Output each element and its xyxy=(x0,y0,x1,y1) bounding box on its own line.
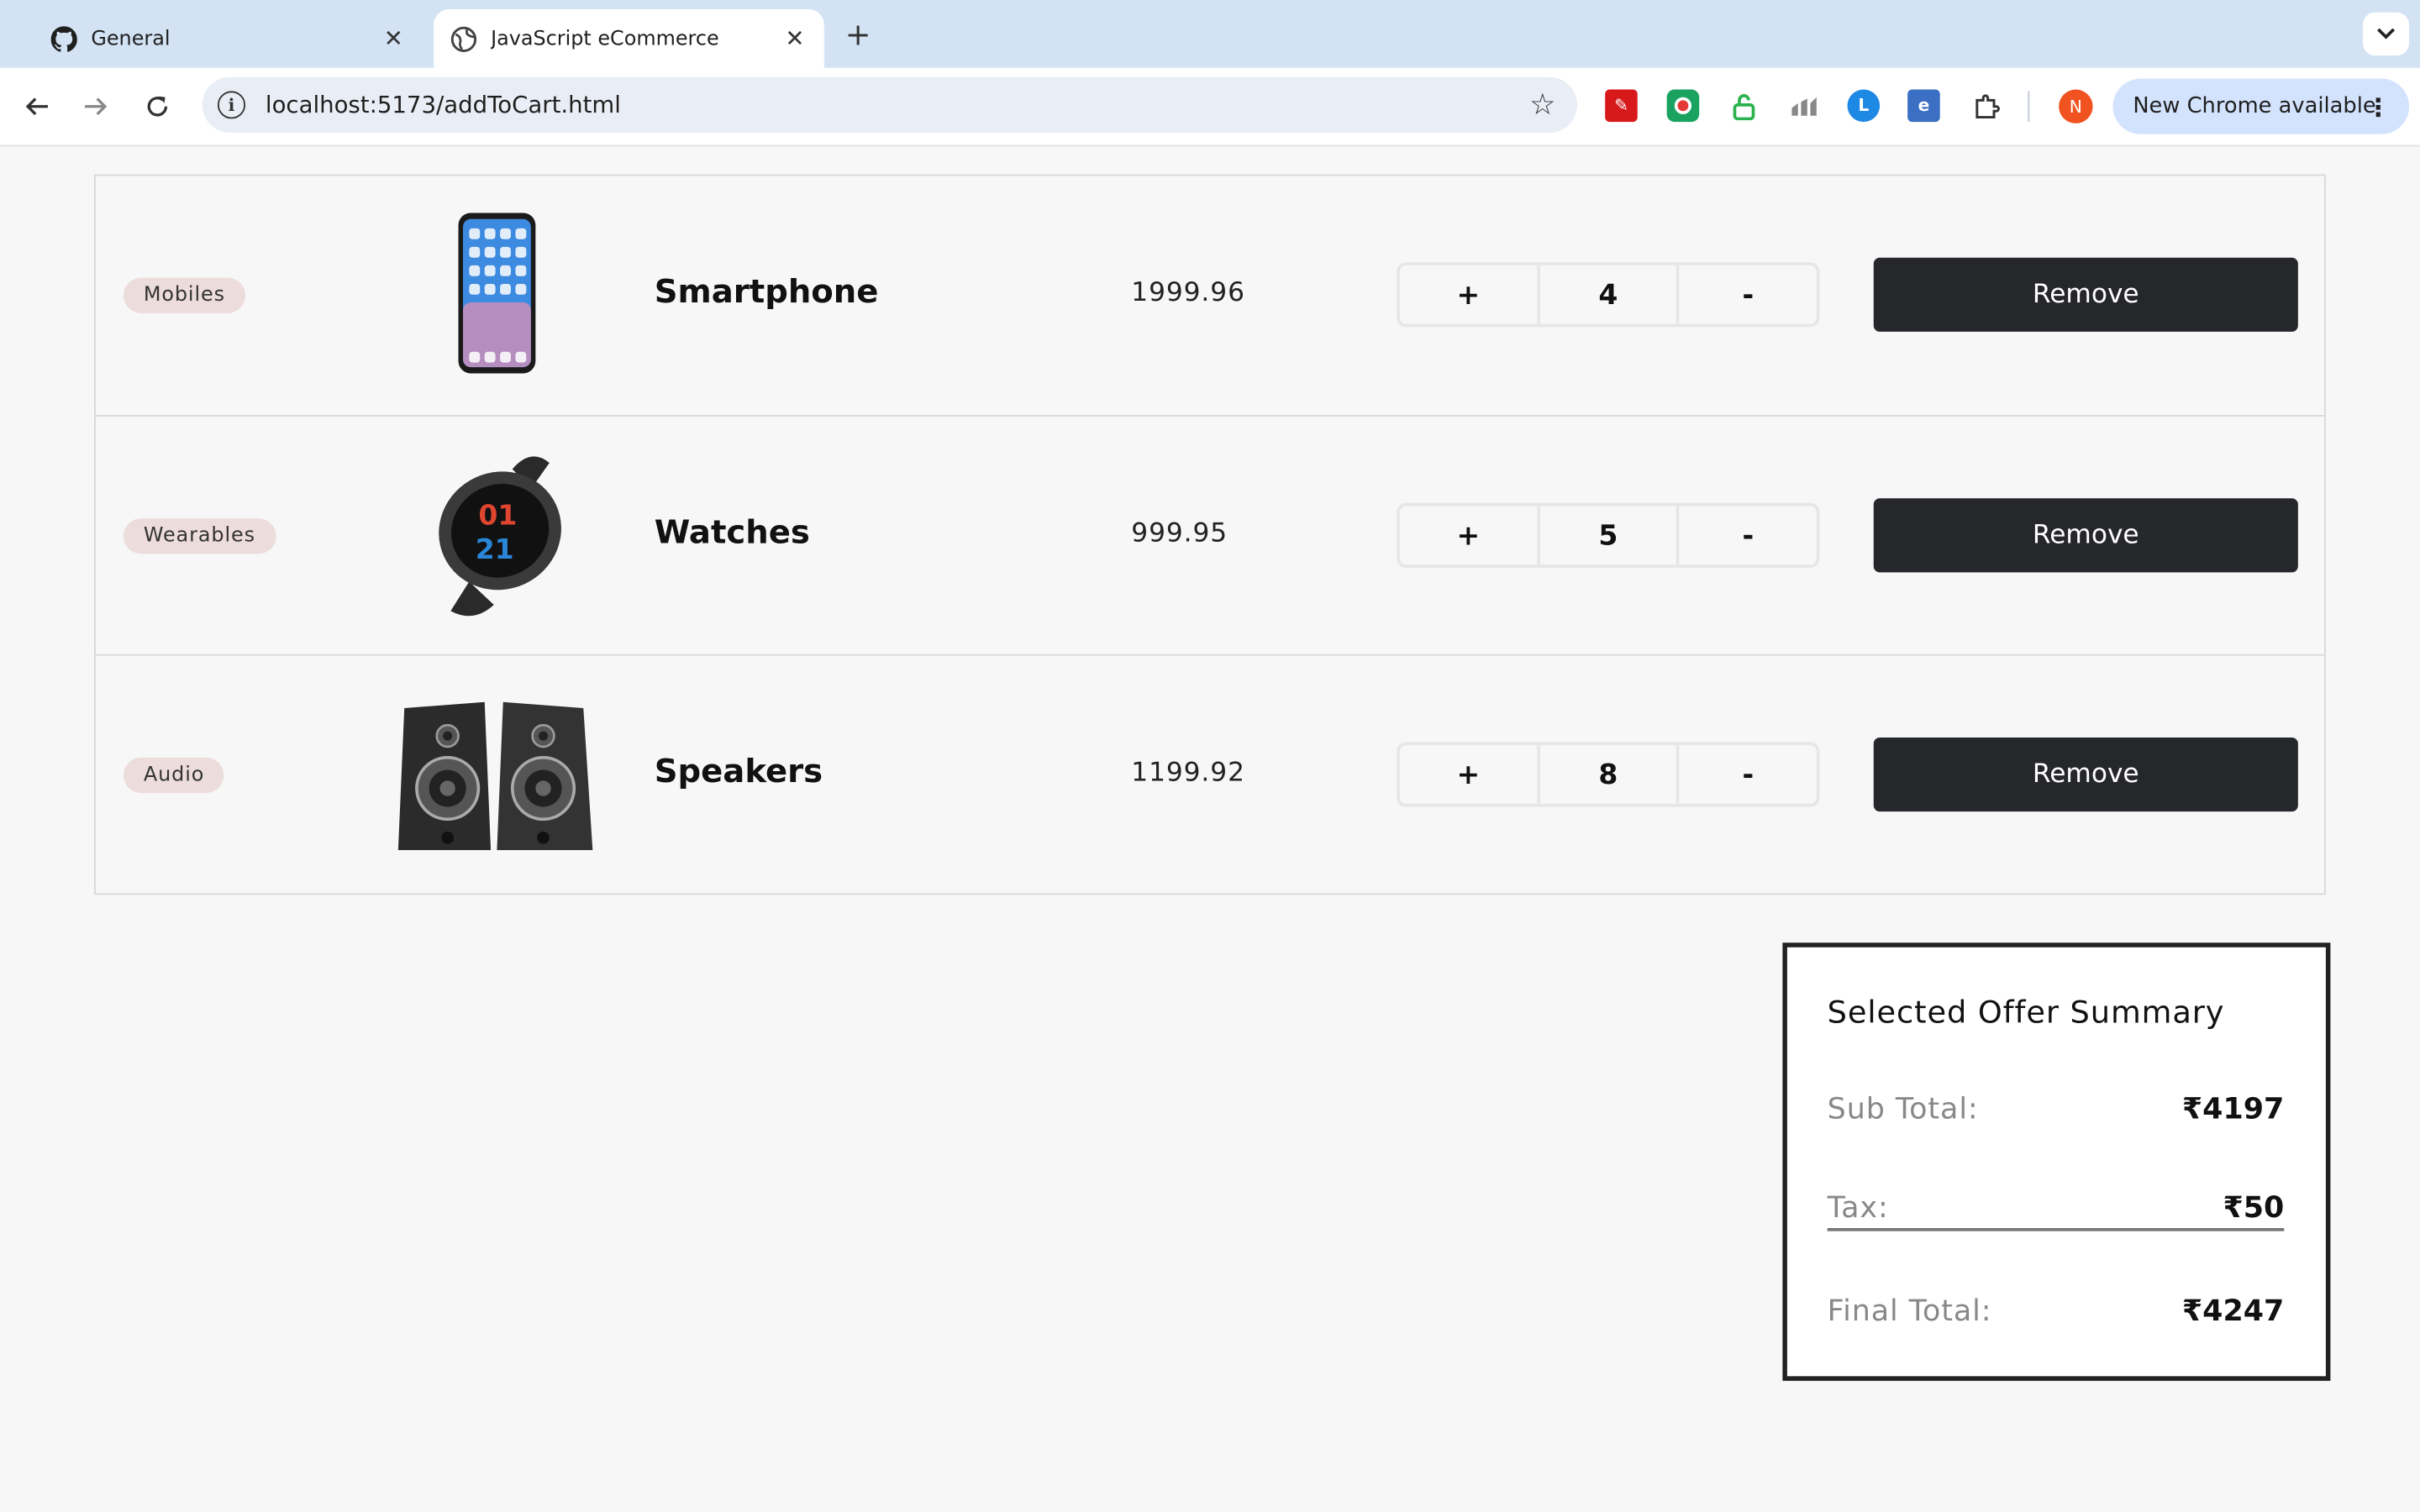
close-icon[interactable]: ✕ xyxy=(781,24,808,52)
reload-icon[interactable] xyxy=(137,87,177,127)
chrome-update-button[interactable]: New Chrome available ⋮ xyxy=(2112,78,2410,134)
quantity-value: 4 xyxy=(1536,265,1677,324)
product-name: Speakers xyxy=(654,753,823,790)
speakers-image xyxy=(389,690,605,859)
browser-toolbar: i localhost:5173/addToCart.html ☆ ✎ L e … xyxy=(0,67,2420,147)
subtotal-value: ₹4197 xyxy=(2181,1092,2285,1126)
chevron-down-icon[interactable] xyxy=(2362,12,2410,56)
remove-button[interactable]: Remove xyxy=(1873,257,2298,332)
decrement-button[interactable]: - xyxy=(1676,265,1817,324)
remove-button[interactable]: Remove xyxy=(1873,737,2298,812)
browser-window: General ✕ JavaScript eCommerce ✕ + i loc… xyxy=(0,0,2420,1512)
increment-button[interactable]: + xyxy=(1400,745,1537,804)
quantity-value: 8 xyxy=(1536,745,1677,804)
tab-general[interactable]: General ✕ xyxy=(34,9,423,68)
new-tab-icon[interactable]: + xyxy=(839,15,876,52)
product-price: 999.95 xyxy=(1131,518,1228,549)
quantity-stepper: + 5 - xyxy=(1397,502,1820,568)
final-total-label: Final Total: xyxy=(1827,1294,1992,1329)
profile-avatar[interactable]: N xyxy=(2059,89,2093,123)
svg-text:01: 01 xyxy=(478,498,517,531)
forward-arrow-icon[interactable] xyxy=(76,87,116,127)
cart-table: Mobiles Smartphone 1999.96 + 4 - Remove … xyxy=(94,174,2326,895)
globe-icon xyxy=(449,24,476,52)
tab-title: General xyxy=(91,27,171,50)
cart-row: Mobiles Smartphone 1999.96 + 4 - Remove xyxy=(96,176,2324,415)
extension-blue-circle-icon[interactable]: L xyxy=(1847,89,1881,123)
tab-strip: General ✕ JavaScript eCommerce ✕ + xyxy=(0,0,2420,68)
site-info-icon[interactable]: i xyxy=(217,91,246,119)
url-text: localhost:5173/addToCart.html xyxy=(265,91,621,119)
final-total-value: ₹4247 xyxy=(2181,1294,2285,1329)
extension-blue-square-icon[interactable]: e xyxy=(1907,89,1940,123)
decrement-button[interactable]: - xyxy=(1676,745,1817,804)
address-bar[interactable]: i localhost:5173/addToCart.html ☆ xyxy=(202,76,1578,133)
github-icon xyxy=(50,24,77,52)
extension-record-icon[interactable] xyxy=(1666,89,1700,123)
subtotal-line: Sub Total: ₹4197 xyxy=(1828,1092,2285,1126)
tab-javascript-ecommerce[interactable]: JavaScript eCommerce ✕ xyxy=(434,9,824,68)
extension-chart-icon[interactable] xyxy=(1787,90,1820,123)
product-name: Watches xyxy=(654,513,810,551)
quantity-stepper: + 8 - xyxy=(1397,742,1820,807)
extension-red-icon[interactable]: ✎ xyxy=(1605,89,1638,123)
product-name: Smartphone xyxy=(654,273,879,311)
extension-lock-icon[interactable] xyxy=(1727,90,1760,123)
tax-line: Tax: ₹50 xyxy=(1827,1190,2285,1231)
decrement-button[interactable]: - xyxy=(1676,506,1817,565)
close-icon[interactable]: ✕ xyxy=(380,24,408,52)
category-badge: Mobiles xyxy=(123,277,245,313)
summary-title: Selected Offer Summary xyxy=(1827,993,2225,1031)
product-price: 1199.92 xyxy=(1131,757,1245,789)
quantity-stepper: + 4 - xyxy=(1397,262,1820,328)
offer-summary-panel: Selected Offer Summary Sub Total: ₹4197 … xyxy=(1782,942,2331,1381)
category-badge: Wearables xyxy=(123,518,276,554)
quantity-value: 5 xyxy=(1536,506,1677,565)
category-badge: Audio xyxy=(123,757,225,794)
extensions-puzzle-icon[interactable] xyxy=(1970,90,2002,123)
toolbar-separator xyxy=(2028,91,2030,123)
subtotal-label: Sub Total: xyxy=(1827,1092,1979,1126)
back-arrow-icon[interactable] xyxy=(17,87,57,127)
cart-row: Wearables 01 21 Watches 999.95 + 5 - Rem… xyxy=(95,415,2325,654)
remove-button[interactable]: Remove xyxy=(1873,498,2298,573)
final-total-line: Final Total: ₹4247 xyxy=(1828,1294,2285,1328)
svg-text:21: 21 xyxy=(476,533,514,565)
tab-title: JavaScript eCommerce xyxy=(491,27,719,50)
tax-value: ₹50 xyxy=(2223,1190,2285,1226)
bookmark-star-icon[interactable]: ☆ xyxy=(1529,88,1555,122)
tax-label: Tax: xyxy=(1827,1190,1889,1226)
increment-button[interactable]: + xyxy=(1400,506,1537,564)
cart-row: Audio Speakers 1199.92 + 8 - Remove xyxy=(95,654,2325,894)
smartwatch-image: 01 21 xyxy=(389,450,605,620)
product-price: 1999.96 xyxy=(1131,277,1245,309)
increment-button[interactable]: + xyxy=(1400,265,1537,324)
more-menu-icon[interactable]: ⋮ xyxy=(2366,92,2391,121)
chrome-update-label: New Chrome available xyxy=(2133,94,2376,119)
smartphone-image xyxy=(389,210,605,380)
